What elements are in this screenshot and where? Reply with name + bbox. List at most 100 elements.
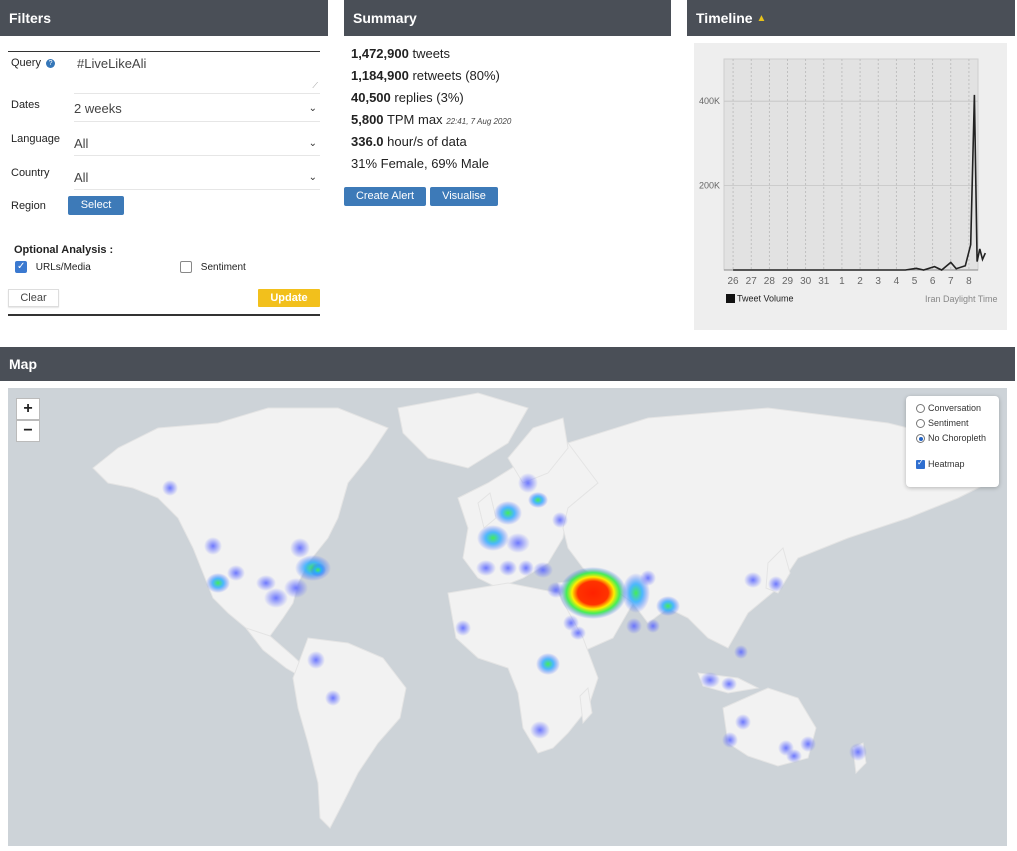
dates-value: 2 weeks — [74, 101, 122, 116]
x-tick-label: 27 — [746, 276, 758, 287]
world-map — [92, 392, 999, 829]
no-choropleth-radio[interactable] — [916, 434, 925, 444]
filters-header: Filters — [0, 0, 328, 36]
summary-gender: 31% Female, 69% Male — [351, 154, 661, 176]
x-tick-label: 29 — [782, 276, 794, 287]
tweets-text: tweets — [412, 46, 451, 61]
filters-title: Filters — [9, 10, 52, 26]
replies-text: replies (3%) — [394, 90, 464, 105]
timeline-title: Timeline — [696, 10, 753, 26]
legend-swatch — [726, 294, 735, 304]
timeline-chart-container: 26 27 28 29 30 31 1 2 3 4 5 6 7 8 200K 400K Tweet Volum… — [694, 43, 1007, 330]
layer-option-sentiment[interactable]: Sentiment — [916, 418, 969, 429]
layer-option-conversation[interactable]: Conversation — [916, 403, 981, 414]
tweets-count: 1,472,900 — [351, 46, 409, 61]
sentiment-layer-label: Sentiment — [928, 418, 969, 428]
layer-option-no-choropleth[interactable]: No Choropleth — [916, 433, 987, 444]
optional-analysis-label: Optional Analysis : — [14, 244, 114, 256]
query-input[interactable]: #LiveLikeAli ⟋ — [74, 56, 320, 94]
question-circle-icon[interactable]: ? — [46, 58, 56, 68]
summary-title: Summary — [353, 10, 417, 26]
x-tick-label: 5 — [912, 276, 918, 287]
summary-body: 1,472,900 tweets 1,184,900 retweets (80%… — [351, 44, 661, 176]
timeline-chart: 26 27 28 29 30 31 1 2 3 4 5 6 7 8 200K 400K — [699, 58, 987, 287]
urls-media-label: URLs/Media — [35, 261, 91, 273]
replies-count: 40,500 — [351, 90, 391, 105]
conversation-radio[interactable] — [916, 404, 925, 414]
x-tick-label: 6 — [930, 276, 936, 287]
x-tick-label: 31 — [818, 276, 830, 287]
x-tick-label: 2 — [857, 276, 863, 287]
summary-hours: 336.0 hour/s of data — [351, 132, 661, 154]
hours-count: 336.0 — [351, 134, 384, 149]
visualise-button[interactable]: Visualise — [430, 187, 498, 206]
map-header: Map — [0, 347, 1015, 381]
country-select[interactable]: All ⌄ — [74, 164, 320, 190]
tpm-time: 22:41, 7 Aug 2020 — [446, 117, 512, 126]
query-value: #LiveLikeAli — [77, 56, 147, 71]
chevron-down-icon: ⌄ — [308, 103, 317, 114]
x-tick-label: 26 — [728, 276, 740, 287]
summary-replies: 40,500 replies (3%) — [351, 88, 661, 110]
map-canvas[interactable]: + − — [8, 388, 1007, 846]
urls-media-option[interactable]: URLs/Media — [15, 261, 91, 273]
zoom-in-button[interactable]: + — [16, 398, 40, 420]
sentiment-label: Sentiment — [200, 261, 246, 273]
summary-tweets: 1,472,900 tweets — [351, 44, 661, 66]
country-label: Country — [11, 167, 50, 179]
country-value: All — [74, 170, 89, 185]
region-label: Region — [11, 200, 46, 212]
language-label: Language — [11, 133, 60, 145]
filters-top-rule — [8, 51, 320, 52]
sentiment-radio[interactable] — [916, 419, 925, 429]
country-row: Country All ⌄ — [8, 164, 320, 190]
resize-handle-icon[interactable]: ⟋ — [312, 81, 318, 91]
clear-button[interactable]: Clear — [8, 289, 59, 307]
query-label: Query — [11, 57, 41, 69]
heatmap-label: Heatmap — [928, 459, 965, 469]
timezone-label: Iran Daylight Time — [925, 294, 998, 304]
y-tick-label: 200K — [699, 181, 720, 191]
region-select-button[interactable]: Select — [68, 196, 124, 215]
query-label-wrap: Query ? — [11, 57, 56, 69]
dates-label: Dates — [11, 99, 40, 111]
filters-panel: Filters Query ? #LiveLikeAli ⟋ Dates 2 w… — [0, 0, 330, 320]
query-row: Query ? #LiveLikeAli ⟋ — [8, 56, 320, 94]
update-button[interactable]: Update — [258, 289, 320, 307]
x-tick-label: 7 — [948, 276, 954, 287]
x-tick-label: 4 — [894, 276, 900, 287]
north-america — [92, 407, 389, 644]
gender-text: 31% Female, 69% Male — [351, 156, 490, 171]
language-value: All — [74, 136, 89, 151]
region-row: Region Select — [8, 196, 320, 218]
tpm-text: TPM max — [386, 112, 443, 127]
chevron-down-icon: ⌄ — [308, 172, 317, 183]
language-select[interactable]: All ⌄ — [74, 130, 320, 156]
x-tick-label: 1 — [839, 276, 845, 287]
filters-bottom-rule — [8, 314, 320, 316]
sentiment-checkbox[interactable] — [180, 261, 192, 273]
create-alert-button[interactable]: Create Alert — [344, 187, 426, 206]
warning-icon[interactable]: ▲ — [757, 13, 767, 24]
timeline-header: Timeline ▲ — [687, 0, 1015, 36]
zoom-out-button[interactable]: − — [16, 420, 40, 442]
retweets-count: 1,184,900 — [351, 68, 409, 83]
map-layer-control: Conversation Sentiment No Choropleth Hea… — [906, 396, 999, 487]
tpm-count: 5,800 — [351, 112, 384, 127]
map-title: Map — [9, 356, 37, 372]
summary-tpm: 5,800 TPM max 22:41, 7 Aug 2020 — [351, 110, 661, 132]
heatmap-option[interactable]: Heatmap — [916, 458, 965, 470]
plot-area — [723, 58, 979, 271]
timeline-legend[interactable]: Tweet Volume — [726, 293, 794, 304]
x-tick-label: 28 — [764, 276, 776, 287]
urls-media-checkbox[interactable] — [15, 261, 27, 273]
language-row: Language All ⌄ — [8, 130, 320, 156]
x-tick-label: 3 — [875, 276, 881, 287]
no-choropleth-label: No Choropleth — [928, 433, 987, 443]
hours-text: hour/s of data — [387, 134, 467, 149]
x-tick-label: 30 — [800, 276, 812, 287]
sentiment-option[interactable]: Sentiment — [180, 261, 246, 273]
retweets-text: retweets (80%) — [412, 68, 500, 83]
dates-select[interactable]: 2 weeks ⌄ — [74, 96, 320, 122]
heatmap-checkbox[interactable] — [916, 458, 925, 470]
